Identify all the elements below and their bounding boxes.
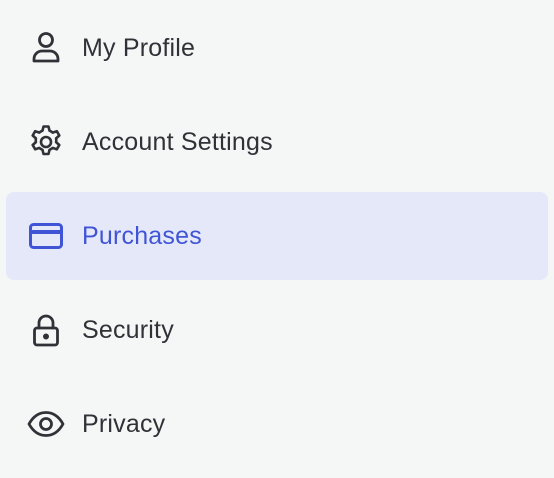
menu-item-label: Security bbox=[82, 315, 174, 344]
menu-item-label: My Profile bbox=[82, 33, 196, 62]
menu-item-purchases[interactable]: Purchases bbox=[6, 192, 548, 280]
menu-item-privacy[interactable]: Privacy bbox=[6, 380, 548, 468]
eye-icon bbox=[26, 404, 66, 444]
menu-item-label: Account Settings bbox=[82, 127, 273, 156]
menu-item-account-settings[interactable]: Account Settings bbox=[6, 98, 548, 186]
gear-icon bbox=[26, 122, 66, 162]
menu-item-security[interactable]: Security bbox=[6, 286, 548, 374]
credit-card-icon bbox=[26, 216, 66, 256]
account-menu: My Profile Account Settings Purchases Se… bbox=[0, 0, 554, 478]
lock-icon bbox=[26, 310, 66, 350]
menu-item-my-profile[interactable]: My Profile bbox=[6, 4, 548, 92]
menu-item-label: Privacy bbox=[82, 409, 166, 438]
user-icon bbox=[26, 28, 66, 68]
menu-item-label: Purchases bbox=[82, 221, 202, 250]
